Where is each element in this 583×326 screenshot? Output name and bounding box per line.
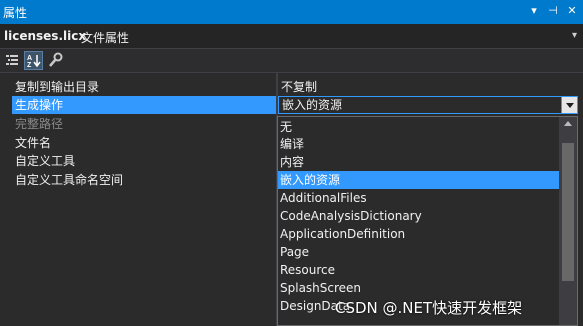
dropdown-option[interactable]: ApplicationDefinition [278,225,559,243]
dropdown-option[interactable]: Page [278,243,559,261]
alphabetical-icon[interactable]: A Z [24,51,43,70]
build-action-dropdown-list[interactable]: 无 编译 内容 嵌入的资源 AdditionalFiles CodeAnalys… [277,116,578,326]
dropdown-option[interactable]: 编译 [278,135,559,153]
property-label: 文件名 [15,136,52,150]
categorized-icon[interactable] [3,51,22,70]
dropdown-option[interactable]: AdditionalFiles [278,189,559,207]
property-value[interactable]: 不复制 [278,78,578,96]
scroll-up-icon[interactable] [564,121,572,126]
object-type: 文件属性 [81,31,130,45]
object-selector[interactable]: licenses.licx 文件属性 ▾ [0,24,583,49]
property-label: 自定义工具命名空间 [15,173,124,187]
pin-icon[interactable]: ⊣ [546,3,560,19]
property-row[interactable]: 复制到输出目录 不复制 [0,78,583,96]
build-action-combobox[interactable]: 嵌入的资源 [278,96,578,114]
dropdown-option[interactable]: SplashScreen [278,279,559,297]
window-menu-dropdown-icon[interactable]: ▾ [527,3,541,19]
watermark: CSDN @.NET快速开发框架 [335,299,523,317]
property-label: 自定义工具 [15,154,76,168]
wrench-icon[interactable] [46,51,65,70]
property-label: 生成操作 [12,96,276,114]
dropdown-arrow-icon[interactable] [561,97,577,113]
dropdown-option[interactable]: 内容 [278,153,559,171]
dropdown-option[interactable]: 无 [278,118,559,136]
dropdown-option-highlighted[interactable]: 嵌入的资源 [278,171,559,189]
chevron-down-icon[interactable]: ▾ [572,30,577,41]
dropdown-scrollbar[interactable] [559,117,577,325]
combobox-value: 嵌入的资源 [282,98,343,112]
properties-toolbar: A Z [0,49,583,73]
property-label: 复制到输出目录 [15,80,100,94]
dropdown-option[interactable]: CodeAnalysisDictionary [278,207,559,225]
svg-text:A: A [27,55,32,62]
close-icon[interactable]: ✕ [565,3,579,19]
properties-window-titlebar: 属性 ▾ ⊣ ✕ [0,0,583,24]
scrollbar-thumb[interactable] [562,143,574,281]
dropdown-option[interactable]: Resource [278,261,559,279]
property-label: 完整路径 [15,117,64,131]
object-name: licenses.licx [4,29,87,43]
property-row-selected[interactable]: 生成操作 嵌入的资源 [0,96,583,114]
window-title: 属性 [3,6,28,20]
svg-text:Z: Z [27,62,32,69]
